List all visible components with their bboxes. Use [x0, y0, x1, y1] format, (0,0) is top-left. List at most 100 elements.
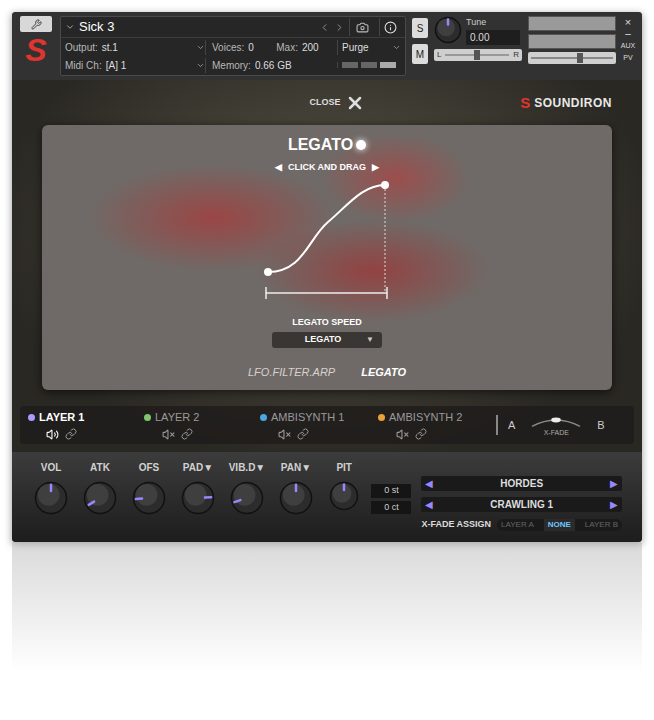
dropdown-icon[interactable]	[65, 22, 75, 32]
wrench-button[interactable]	[20, 16, 52, 32]
crossfade-control[interactable]: X-FADE	[521, 412, 591, 439]
knob[interactable]	[132, 481, 166, 515]
speaker-muted-icon[interactable]	[278, 428, 291, 441]
pitch-control: PIT	[327, 460, 361, 542]
knob-label[interactable]: VIB.D▼	[229, 460, 266, 475]
output-field[interactable]: Output: st.1	[65, 40, 205, 55]
midi-field[interactable]: Midi Ch:[A] 1	[65, 58, 205, 73]
volume-slider[interactable]	[528, 52, 616, 64]
crossfade-label: X-FADE	[544, 428, 569, 439]
body-content: CLOSESSOUNDIRONLEGATO◀CLICK AND DRAG▶LEG…	[12, 80, 642, 390]
knob-label[interactable]: PAD▼	[183, 460, 213, 475]
speaker-muted-icon[interactable]	[162, 428, 175, 441]
instrument-body: CLOSESSOUNDIRONLEGATO◀CLICK AND DRAG▶LEG…	[12, 80, 642, 452]
header-left: S	[18, 16, 54, 76]
memory-label: Memory:	[212, 58, 251, 73]
layer-label: AMBISYNTH 1	[271, 409, 344, 426]
layer-item[interactable]: LAYER 2	[144, 409, 260, 441]
brand-logo: SSOUNDIRON	[422, 94, 612, 112]
aux-button[interactable]: AUX	[621, 40, 635, 52]
layer-item[interactable]: AMBISYNTH 1	[260, 409, 378, 441]
selector-value[interactable]: CRAWLING 1	[433, 497, 610, 512]
semitones-value[interactable]: 0 st	[371, 484, 411, 498]
link-icon[interactable]	[181, 428, 193, 440]
view-button[interactable]	[380, 62, 396, 68]
next-icon[interactable]	[334, 22, 345, 33]
crossfade-arc[interactable]	[521, 412, 591, 428]
max-label: Max:	[276, 40, 298, 55]
speaker-icon[interactable]	[46, 428, 59, 441]
name-row: Sick 3	[61, 17, 405, 38]
output-label: Output:	[65, 40, 98, 55]
knob[interactable]	[279, 481, 313, 515]
mute-button[interactable]: M	[412, 44, 428, 64]
xfade-option[interactable]: LAYER A	[501, 519, 534, 531]
layer-row: LAYER 1LAYER 2AMBISYNTH 1AMBISYNTH 2AX-F…	[20, 406, 634, 444]
link-icon[interactable]	[297, 428, 309, 440]
crossfade-b: B	[597, 417, 604, 434]
panel-tab[interactable]: LEGATO	[361, 364, 406, 381]
level-meter	[528, 16, 616, 31]
info-button[interactable]	[379, 18, 401, 36]
instrument-name[interactable]: Sick 3	[79, 17, 315, 37]
legato-title-row: LEGATO	[288, 133, 366, 157]
legato-curve[interactable]	[263, 177, 393, 302]
knob-label[interactable]: PAN▼	[281, 460, 311, 475]
xfade-options: LAYER A NONE LAYER B	[497, 519, 622, 531]
knob[interactable]	[83, 481, 117, 515]
close-instrument[interactable]: ×	[625, 16, 631, 28]
speaker-muted-icon[interactable]	[396, 428, 409, 441]
link-icon[interactable]	[415, 428, 427, 440]
xfade-option[interactable]: LAYER B	[585, 519, 618, 531]
layer-header: LAYER 2	[144, 409, 260, 426]
volume-track	[531, 57, 613, 59]
panel-tabs: LFO.FILTER.ARP LEGATO	[248, 364, 406, 381]
layer-dot	[378, 414, 385, 421]
legato-toggle[interactable]	[356, 140, 366, 150]
tune-row: Tune0.00	[434, 16, 522, 45]
purge-menu[interactable]: Purge	[337, 40, 401, 55]
selector-value[interactable]: HORDES	[433, 476, 610, 491]
hint-text: CLICK AND DRAG	[288, 161, 366, 175]
view-button[interactable]	[342, 62, 358, 68]
panel-tab[interactable]: LFO.FILTER.ARP	[248, 364, 335, 381]
next-button[interactable]: ▶	[610, 476, 618, 491]
layer-label: LAYER 1	[39, 409, 84, 426]
pan-slider[interactable]: LR	[434, 49, 522, 61]
layer-header: AMBISYNTH 1	[260, 409, 378, 426]
minimize-instrument[interactable]: –	[625, 28, 631, 40]
top-bar: CLOSESSOUNDIRON	[42, 80, 612, 125]
xfade-option[interactable]: NONE	[544, 519, 575, 531]
layer-item[interactable]: LAYER 1	[28, 409, 144, 441]
volume-handle[interactable]	[577, 53, 583, 63]
pitch-values: 0 st 0 ct	[371, 460, 411, 542]
prev-button[interactable]: ◀	[425, 476, 433, 491]
instrument-window: SSick 3Output:st.1Voices:0Max:200PurgeMi…	[12, 12, 642, 542]
pan-handle[interactable]	[474, 50, 480, 60]
next-button[interactable]: ▶	[610, 497, 618, 512]
layer-controls	[144, 428, 260, 441]
tune-value[interactable]: 0.00	[466, 30, 520, 45]
link-icon[interactable]	[65, 428, 77, 440]
voices-label: Voices:	[212, 40, 244, 55]
output-row: Output:st.1Voices:0Max:200Purge	[61, 38, 405, 56]
layer-item[interactable]: AMBISYNTH 2	[378, 409, 496, 441]
snapshot-button[interactable]	[349, 18, 375, 36]
solo-button[interactable]: S	[412, 18, 428, 38]
output-value: st.1	[102, 40, 192, 55]
pv-button[interactable]: PV	[623, 52, 632, 64]
meters	[528, 16, 616, 76]
knob[interactable]	[34, 481, 68, 515]
pitch-knob[interactable]	[329, 481, 359, 511]
speed-dropdown[interactable]: LEGATO▼	[272, 332, 382, 348]
close-button[interactable]: CLOSE	[232, 93, 422, 113]
cents-value[interactable]: 0 ct	[371, 501, 411, 515]
knob[interactable]	[181, 481, 215, 515]
knob[interactable]	[230, 481, 264, 515]
knob-control: PAN▼	[277, 460, 315, 542]
tune-section: Tune0.00 LR	[434, 16, 522, 76]
prev-button[interactable]: ◀	[425, 497, 433, 512]
prev-icon[interactable]	[319, 22, 330, 33]
tune-knob[interactable]	[434, 16, 462, 44]
view-button[interactable]	[361, 62, 377, 68]
